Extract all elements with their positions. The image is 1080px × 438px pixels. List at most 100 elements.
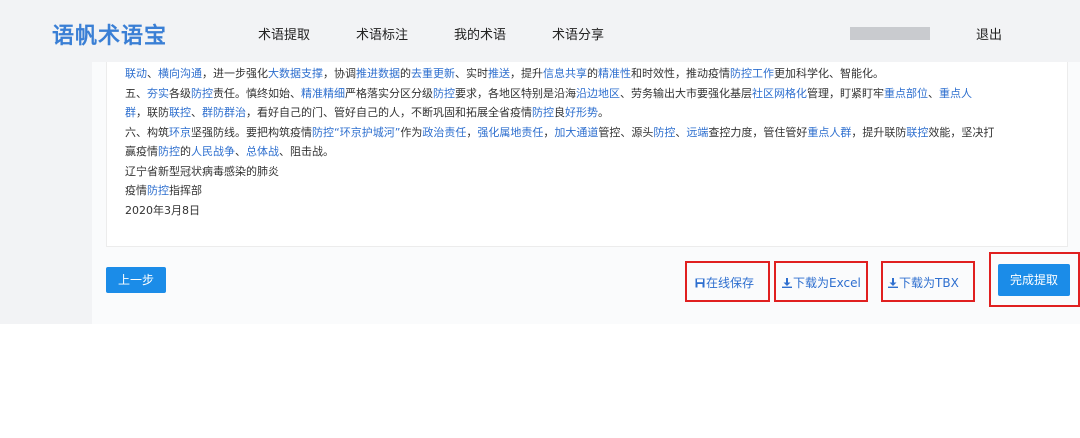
document-text-segment: 、劳务输出大市要强化基层 [620,86,752,100]
document-text-segment: 管控、源头 [598,125,654,139]
document-text-segment: ，看好自己的门、管好自己的人，不断巩固和拓展全省疫情 [246,106,532,119]
document-text-segment: 的 [400,67,411,80]
document-text-segment: 良 [554,106,565,119]
download-tbx-button[interactable]: 下载为TBX [888,274,959,291]
document-text-segment: 更加科学化、智能化。 [774,67,884,80]
finish-extraction-button[interactable]: 完成提取 [998,264,1070,296]
extracted-term[interactable]: 防控工作 [730,67,774,80]
download-excel-label: 下载为Excel [793,276,861,290]
extracted-term[interactable]: 强化属地责任 [477,126,543,139]
extracted-term[interactable]: 防控 [158,145,180,158]
document-text-segment: 管理，盯紧盯牢 [807,86,884,100]
extracted-term[interactable]: 防控 [191,87,213,100]
extracted-term[interactable]: 联控 [169,106,191,119]
extracted-term[interactable]: 联动 [125,67,147,80]
extracted-term[interactable]: 防控 [312,126,334,139]
extracted-term[interactable]: “环京护城河” [334,126,400,139]
extracted-term[interactable]: 总体战 [246,145,279,158]
document-line: 赢疫情防控的人民战争、总体战、阻击战。 [125,142,1061,162]
document-text-segment: 、 [675,125,687,139]
document-text-segment: 责任。慎终如始、 [213,86,301,100]
extracted-term[interactable]: 重点人 [939,87,972,100]
document-text-segment: 五、 [125,86,147,100]
document-text-segment: ，提升 [510,67,543,80]
document-text-segment: 各级 [169,86,191,100]
content-area: 联动、横向沟通，进一步强化大数据支撑，协调推进数据的去重更新、实时推送，提升信息… [0,62,1080,324]
extracted-term[interactable]: 加大通道 [554,126,598,139]
extracted-term[interactable]: 夯实 [147,87,169,100]
document-text-segment: ，协调 [323,67,356,80]
document-line: 疫情防控指挥部 [125,181,1061,201]
download-icon [782,278,792,288]
document-text-segment: ， [543,125,555,139]
document-text-segment: 2020年3月8日 [125,203,200,217]
extracted-term[interactable]: 防控 [433,87,455,100]
nav-term-extraction[interactable]: 术语提取 [258,24,310,43]
extracted-term[interactable]: 群防群治 [202,106,246,119]
extracted-term[interactable]: 横向沟通 [158,67,202,80]
extracted-term[interactable]: 防控 [532,106,554,119]
extracted-term[interactable]: 精准性 [598,67,631,80]
save-icon [695,278,705,288]
document-text-segment: ， [466,125,478,139]
document-text-segment: 、 [191,106,202,119]
document-line: 群，联防联控、群防群治，看好自己的门、管好自己的人，不断巩固和拓展全省疫情防控良… [125,103,1061,123]
document-text-segment: 、 [928,86,939,100]
document-text-segment: ，提升联防 [851,125,907,139]
download-tbx-label: 下载为TBX [899,276,959,290]
document-panel: 联动、横向沟通，进一步强化大数据支撑，协调推进数据的去重更新、实时推送，提升信息… [106,62,1068,247]
document-text-segment: 的 [587,67,598,80]
document-text-segment: 严格落实分区分级 [345,86,433,100]
extracted-term[interactable]: 社区网格化 [752,87,807,100]
document-line: 辽宁省新型冠状病毒感染的肺炎 [125,162,1061,182]
extracted-term[interactable]: 好形势 [565,106,598,119]
document-text: 联动、横向沟通，进一步强化大数据支撑，协调推进数据的去重更新、实时推送，提升信息… [125,64,1061,220]
nav-my-terms[interactable]: 我的术语 [454,24,506,43]
document-text-segment: 指挥部 [169,184,202,197]
document-text-segment: ，联防 [136,106,169,119]
logout-link[interactable]: 退出 [976,24,1002,43]
document-text-segment: 查控力度，管住管好 [708,125,808,139]
extracted-term[interactable]: 沿边地区 [576,87,620,100]
extracted-term[interactable]: 防控 [653,126,675,139]
document-text-segment: 、阻击战。 [279,145,334,158]
document-text-segment: 、 [147,67,158,80]
extracted-term[interactable]: 大数据支撑 [268,67,323,80]
extracted-term[interactable]: 推送 [488,67,510,80]
document-text-segment: 赢疫情 [125,145,158,158]
extracted-term[interactable]: 环京 [169,126,191,139]
extracted-term[interactable]: 推进数据 [356,67,400,80]
document-text-segment: 辽宁省新型冠状病毒感染的肺炎 [125,164,279,178]
extracted-term[interactable]: 防控 [147,184,169,197]
username-redacted [850,27,930,40]
previous-step-button[interactable]: 上一步 [106,267,166,293]
extracted-term[interactable]: 政治责任 [422,126,466,139]
extracted-term[interactable]: 去重更新 [411,67,455,80]
extracted-term[interactable]: 群 [125,106,136,119]
document-line: 2020年3月8日 [125,201,1061,221]
document-line: 联动、横向沟通，进一步强化大数据支撑，协调推进数据的去重更新、实时推送，提升信息… [125,64,1061,84]
extracted-term[interactable]: 远端 [686,126,708,139]
document-text-segment: 、实时 [455,67,488,80]
document-text-segment: 六、构筑 [125,125,169,139]
document-text-segment: 效能，坚决打 [928,125,995,139]
extracted-term[interactable]: 人民战争 [191,145,235,158]
extracted-term[interactable]: 精准精细 [301,87,345,100]
brand-logo[interactable]: 语帆术语宝 [52,18,167,50]
save-online-label: 在线保存 [706,276,755,290]
extracted-term[interactable]: 信息共享 [543,67,587,80]
extracted-term[interactable]: 重点部位 [884,87,928,100]
nav-term-sharing[interactable]: 术语分享 [552,24,604,43]
document-text-segment: 。 [598,106,609,119]
document-text-segment: ，进一步强化 [202,67,268,80]
download-excel-button[interactable]: 下载为Excel [782,274,861,291]
document-text-segment: 的 [180,145,191,158]
extracted-term[interactable]: 联控 [906,126,928,139]
document-line: 六、构筑环京坚强防线。要把构筑疫情防控“环京护城河”作为政治责任，强化属地责任，… [125,123,1061,143]
save-online-button[interactable]: 在线保存 [695,274,754,291]
top-navbar: 语帆术语宝 术语提取 术语标注 我的术语 术语分享 退出 [0,0,1080,63]
nav-term-annotation[interactable]: 术语标注 [356,24,408,43]
extracted-term[interactable]: 重点人群 [807,126,851,139]
document-line: 五、夯实各级防控责任。慎终如始、精准精细严格落实分区分级防控要求，各地区特别是沿… [125,84,1061,104]
download-icon [888,278,898,288]
